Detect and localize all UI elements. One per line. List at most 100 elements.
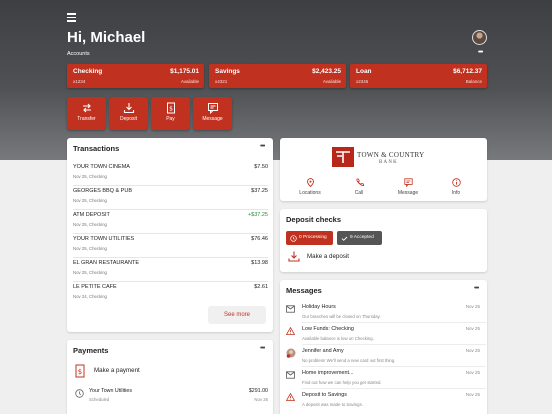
account-amount: $1,175.01	[170, 68, 199, 75]
transaction-meta: Nov 25, Checking	[73, 174, 107, 179]
account-number: x2345	[356, 79, 369, 84]
make-payment-button[interactable]: $ Make a payment	[73, 362, 268, 380]
quick-locations[interactable]: Locations	[292, 178, 328, 196]
quick-message[interactable]: Message	[390, 178, 426, 196]
message-row[interactable]: Low Funds: Checking Available balance is…	[280, 323, 486, 345]
location-icon	[306, 178, 314, 187]
pay-label: Pay	[166, 116, 175, 122]
quick-label: Call	[354, 190, 364, 196]
clock-icon	[290, 234, 297, 242]
greeting: Hi, Michael	[67, 29, 146, 46]
transaction-meta: Nov 25, Checking	[73, 246, 107, 251]
payments-title: Payments	[73, 346, 109, 355]
pay-button[interactable]: $ Pay	[151, 97, 190, 130]
make-payment-label: Make a payment	[94, 367, 140, 374]
see-more-button[interactable]: See more	[208, 306, 266, 324]
clock-icon	[75, 389, 84, 398]
phone-icon	[355, 178, 364, 186]
message-row[interactable]: Holiday Hours Our branches will be close…	[280, 301, 486, 323]
payment-amount: $291.00	[248, 388, 268, 394]
transaction-name: EL GRAN RESTAURANTE	[73, 260, 140, 266]
transaction-row[interactable]: ATM DEPOSIT Nov 25, Checking +$37.25	[73, 210, 268, 234]
quick-info[interactable]: Info	[438, 178, 474, 196]
transaction-row[interactable]: EL GRAN RESTAURANTE Nov 25, Checking $13…	[73, 258, 268, 282]
transaction-row[interactable]: YOUR TOWN UTILITIES Nov 25, Checking $76…	[73, 234, 268, 258]
avatar[interactable]	[472, 30, 487, 45]
account-amount: $6,712.37	[453, 68, 482, 75]
account-checking[interactable]: Checking x1234 $1,175.01 Available	[67, 64, 204, 88]
message-preview: Find out how we can help you get started…	[302, 380, 382, 385]
pay-icon: $	[75, 364, 85, 378]
pay-icon: $	[166, 102, 175, 114]
transaction-name: YOUR TOWN UTILITIES	[73, 236, 135, 242]
transaction-amount: $76.46	[251, 236, 268, 242]
message-date: Nov 25	[465, 326, 480, 331]
account-savings[interactable]: Savings x4321 $2,423.25 Available	[209, 64, 346, 88]
quick-label: Locations	[299, 190, 321, 196]
messages-title: Messages	[286, 286, 322, 295]
message-icon	[403, 178, 413, 187]
transactions-more-button[interactable]: •••	[260, 143, 265, 150]
processing-label: 0 Processing	[299, 235, 327, 240]
account-name: Savings	[215, 68, 240, 75]
transaction-row[interactable]: GEORGES BBQ & PUB Nov 25, Checking $37.2…	[73, 186, 268, 210]
mail-icon	[286, 371, 295, 379]
transaction-amount: $13.98	[251, 260, 268, 266]
quick-label: Message	[397, 190, 419, 196]
transfer-label: Transfer	[77, 116, 96, 122]
make-deposit-button[interactable]: Make a deposit	[286, 249, 481, 265]
messages-card: Messages ••• Holiday Hours Our branches …	[280, 280, 487, 414]
transactions-title: Transactions	[73, 144, 120, 153]
account-number: x1234	[73, 79, 86, 84]
accounts-more-button[interactable]: •••	[478, 49, 483, 56]
account-amount-label: Available	[322, 79, 341, 84]
payment-date: Nov 25	[254, 397, 268, 402]
message-date: Nov 25	[465, 370, 480, 375]
transaction-row[interactable]: YOUR TOWN CINEMA Nov 25, Checking $7.50	[73, 162, 268, 186]
payments-more-button[interactable]: •••	[260, 345, 265, 352]
account-name: Loan	[356, 68, 372, 75]
message-title: Low Funds: Checking	[302, 326, 354, 332]
deposit-label: Deposit	[120, 116, 137, 122]
transaction-meta: Nov 24, Checking	[73, 294, 107, 299]
accounts-label: Accounts	[67, 51, 90, 57]
payment-name: Your Town Utilities	[89, 388, 132, 394]
deposit-button[interactable]: Deposit	[109, 97, 148, 130]
message-title: Deposit to Savings	[302, 392, 347, 398]
quick-call[interactable]: Call	[341, 178, 377, 196]
bank-logo: TOWN & COUNTRY BANK	[332, 147, 432, 169]
message-row[interactable]: Home improvement... Find out how we can …	[280, 367, 486, 389]
check-icon	[341, 236, 348, 241]
transfer-button[interactable]: Transfer	[67, 97, 106, 130]
svg-text:$: $	[169, 106, 173, 113]
bank-name: TOWN & COUNTRY	[357, 151, 425, 159]
message-preview: Available balance is low on Checking.	[302, 336, 374, 341]
svg-text:$: $	[78, 368, 82, 376]
message-row[interactable]: Deposit to Savings A deposit was made to…	[280, 389, 486, 411]
message-row[interactable]: Jennifer and Amy No problem! We'll send …	[280, 345, 486, 367]
accepted-badge[interactable]: 9 Accepted	[337, 231, 382, 245]
message-button[interactable]: Message	[193, 97, 232, 130]
accepted-label: 9 Accepted	[350, 235, 374, 240]
info-icon	[451, 178, 461, 187]
message-preview: Our branches will be closed on Thursday.	[302, 314, 381, 319]
bank-name-sub: BANK	[379, 160, 398, 165]
chat-avatar-icon	[286, 348, 296, 358]
transaction-meta: Nov 25, Checking	[73, 222, 107, 227]
transaction-meta: Nov 25, Checking	[73, 198, 107, 203]
payment-row[interactable]: Your Town Utilities Scheduled $291.00 No…	[73, 386, 268, 408]
transaction-name: GEORGES BBQ & PUB	[73, 188, 132, 194]
transaction-amount: $37.25	[251, 188, 268, 194]
transaction-meta: Nov 25, Checking	[73, 270, 107, 275]
quick-label: Info	[451, 190, 461, 196]
transaction-name: YOUR TOWN CINEMA	[73, 164, 130, 170]
warning-icon	[286, 393, 295, 401]
processing-badge[interactable]: 0 Processing	[286, 231, 333, 245]
account-number: x4321	[215, 79, 228, 84]
account-loan[interactable]: Loan x2345 $6,712.37 Balance	[350, 64, 487, 88]
transaction-row[interactable]: LE PETITE CAFE Nov 24, Checking $2.61	[73, 282, 268, 306]
menu-icon[interactable]	[67, 13, 76, 22]
deposit-checks-card: Deposit checks 0 Processing 9 Accepted M…	[280, 209, 487, 272]
account-name: Checking	[73, 68, 103, 75]
messages-more-button[interactable]: •••	[474, 285, 479, 292]
